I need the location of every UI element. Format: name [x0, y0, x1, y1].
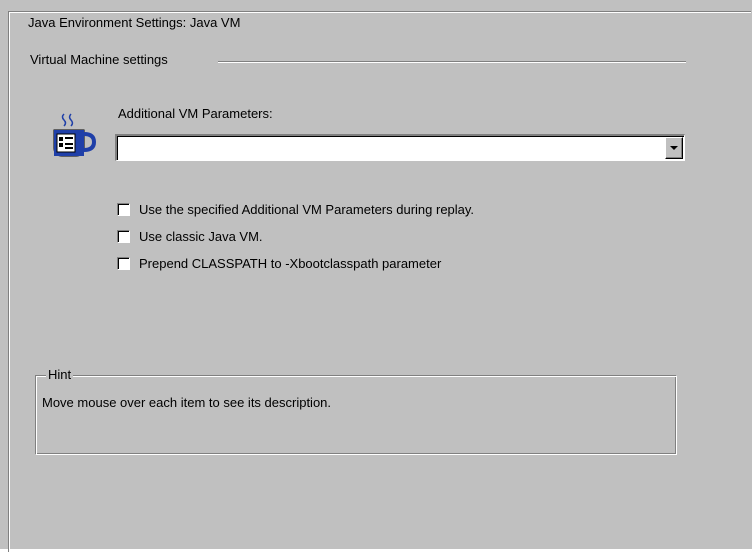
java-coffee-cup-icon	[50, 112, 98, 160]
hint-title: Hint	[46, 367, 74, 383]
prepend-classpath-label[interactable]: Prepend CLASSPATH to -Xbootclasspath par…	[139, 256, 441, 272]
use-classic-java-vm-label[interactable]: Use classic Java VM.	[139, 229, 263, 245]
combobox-dropdown-button[interactable]	[665, 137, 683, 159]
hint-groupbox: Hint Move mouse over each item to see it…	[35, 367, 677, 455]
additional-vm-parameters-label: Additional VM Parameters:	[118, 106, 273, 121]
use-vm-params-replay-label[interactable]: Use the specified Additional VM Paramete…	[139, 202, 474, 218]
hint-text: Move mouse over each item to see its des…	[42, 395, 332, 410]
section-divider	[218, 61, 686, 63]
groupbox-title: Java Environment Settings: Java VM	[26, 15, 243, 31]
chevron-down-icon	[670, 146, 678, 150]
vm-settings-section-label: Virtual Machine settings	[30, 52, 168, 67]
prepend-classpath-checkbox[interactable]	[117, 257, 130, 270]
settings-panel: Java Environment Settings: Java VM Virtu…	[0, 0, 752, 552]
java-vm-groupbox: Java Environment Settings: Java VM	[8, 11, 751, 552]
use-classic-java-vm-checkbox[interactable]	[117, 230, 130, 243]
additional-vm-parameters-combobox[interactable]	[115, 134, 685, 161]
use-vm-params-replay-checkbox[interactable]	[117, 203, 130, 216]
